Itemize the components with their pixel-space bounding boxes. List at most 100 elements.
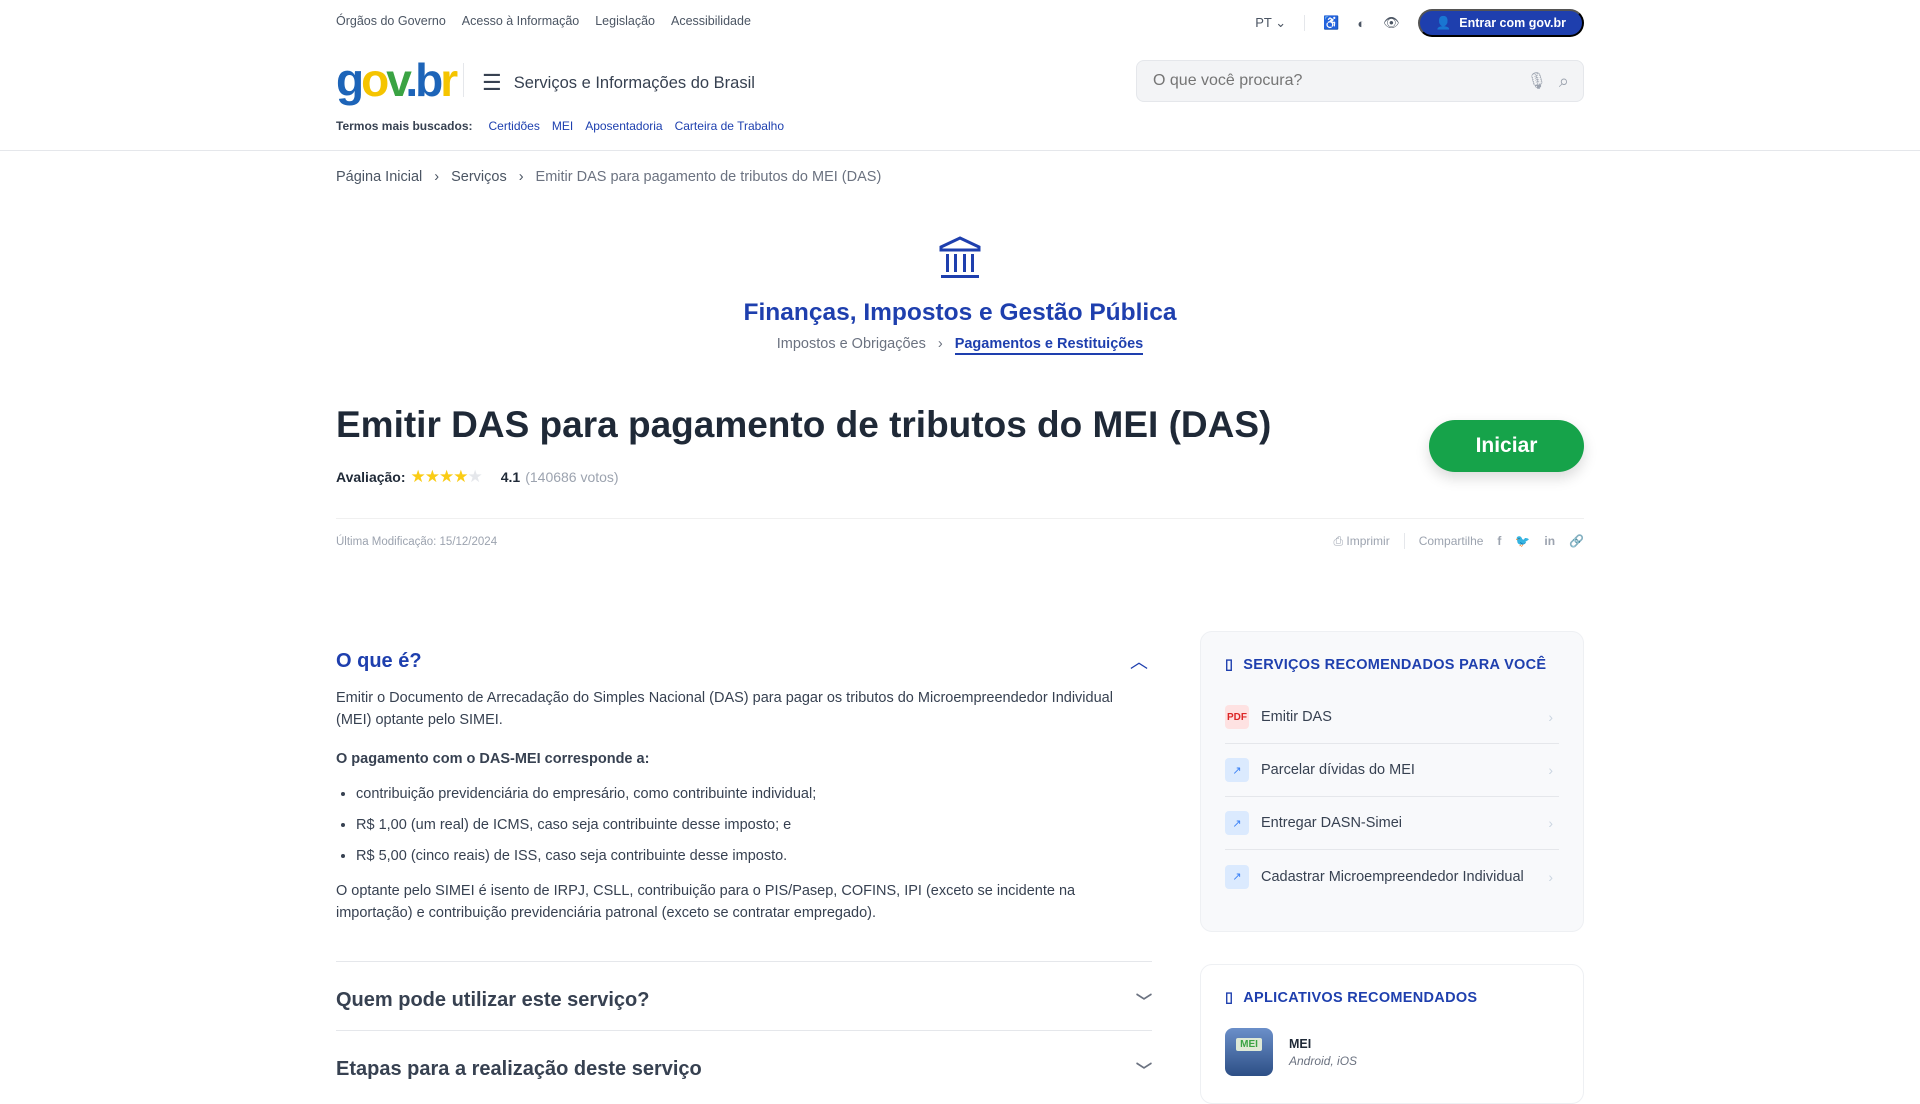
section-what-is: O que é? ︿ Emitir o Documento de Arrecad… xyxy=(336,648,1152,924)
list-item: R$ 1,00 (um real) de ICMS, caso seja con… xyxy=(356,810,1152,841)
header-divider xyxy=(0,150,1920,151)
vote-count: (140686 votos) xyxy=(525,469,619,485)
language-select[interactable]: PT ⌄ xyxy=(1255,15,1286,31)
govbr-logo[interactable]: gov.br xyxy=(336,57,458,103)
subcategory-nav: Impostos e Obrigações › Pagamentos e Rest… xyxy=(0,336,1920,355)
breadcrumb: Página Inicial › Serviços › Emitir DAS par… xyxy=(336,169,881,185)
login-label: Entrar com gov.br xyxy=(1459,16,1566,30)
rating-label: Avaliação: xyxy=(336,469,406,485)
menu-label: Serviços e Informações do Brasil xyxy=(513,73,755,92)
link-acesso-informacao[interactable]: Acesso à Informação xyxy=(462,14,579,28)
search-icon[interactable]: ⌕ xyxy=(1559,71,1569,92)
service-item[interactable]: ↗ Entregar DASN-Simei › xyxy=(1225,797,1559,850)
hamburger-icon: ☰ xyxy=(482,70,502,95)
print-button[interactable]: ⎙ Imprimir xyxy=(1333,534,1389,549)
link-orgaos[interactable]: Órgãos do Governo xyxy=(336,14,446,28)
accessibility-icon[interactable]: ♿ xyxy=(1323,15,1339,31)
divider xyxy=(1403,533,1405,549)
twitter-icon[interactable]: 🐦 xyxy=(1515,534,1530,548)
term-link[interactable]: Certidões xyxy=(489,119,540,133)
chevron-down-icon: ﹀ xyxy=(1135,1063,1152,1080)
breadcrumb-home[interactable]: Página Inicial xyxy=(336,169,422,185)
last-modified: Última Modificação: 15/12/2024 xyxy=(336,536,498,548)
rating: Avaliação: ★★★★★ 4.1 (140686 votos) xyxy=(336,467,619,487)
subcategory-link[interactable]: Impostos e Obrigações xyxy=(777,336,926,355)
subcategory-link-active[interactable]: Pagamentos e Restituições xyxy=(954,336,1144,355)
top-actions: PT ⌄ ♿ ◐ 👁 👤 Entrar com gov.br xyxy=(1255,9,1584,37)
external-link-icon: ↗ xyxy=(1225,864,1249,889)
service-label: Emitir DAS xyxy=(1261,709,1332,725)
paragraph: O optante pelo SIMEI é isento de IRPJ, C… xyxy=(336,883,1076,921)
list-item: contribuição previdenciária do empresári… xyxy=(356,779,1152,810)
search-input[interactable] xyxy=(1153,72,1527,90)
service-item[interactable]: PDF Emitir DAS › xyxy=(1225,691,1559,744)
accordion-title: Etapas para a realização deste serviço xyxy=(336,1057,702,1080)
institution-icon xyxy=(939,236,981,278)
term-link[interactable]: Aposentadoria xyxy=(585,119,662,133)
term-link[interactable]: MEI xyxy=(552,119,573,133)
external-link-icon: ↗ xyxy=(1225,811,1249,835)
app-icon-text: MEI xyxy=(1236,1038,1262,1051)
service-item[interactable]: ↗ Parcelar dívidas do MEI › xyxy=(1225,744,1559,797)
app-name: MEI xyxy=(1289,1036,1312,1051)
card-title: SERVIÇOS RECOMENDADOS PARA VOCÊ xyxy=(1243,657,1547,673)
login-button[interactable]: 👤 Entrar com gov.br xyxy=(1417,9,1584,37)
divider xyxy=(336,1030,1152,1031)
divider xyxy=(1304,15,1306,31)
chevron-right-icon: › xyxy=(937,336,943,352)
accordion-steps[interactable]: Etapas para a realização deste serviço ﹀ xyxy=(336,1057,1152,1081)
user-icon: 👤 xyxy=(1435,15,1452,30)
accordion-header[interactable]: O que é? ︿ xyxy=(336,648,1152,674)
divider xyxy=(463,63,464,97)
mobile-icon: ▯ xyxy=(1225,990,1234,1006)
card-header: ▯ APLICATIVOS RECOMENDADOS xyxy=(1225,990,1559,1006)
service-label: Entregar DASN-Simei xyxy=(1261,815,1403,831)
chevron-right-icon: › xyxy=(1548,815,1553,831)
printer-icon: ⎙ xyxy=(1333,533,1344,548)
language-label: PT xyxy=(1255,15,1272,30)
service-label: Cadastrar Microempreendedor Individual xyxy=(1261,868,1524,885)
breadcrumb-current: Emitir DAS para pagamento de tributos do… xyxy=(535,169,882,185)
popular-terms: Termos mais buscados: Certidões MEI Apos… xyxy=(336,119,784,133)
accordion-who-can-use[interactable]: Quem pode utilizar este serviço? ﹀ xyxy=(336,988,1152,1012)
facebook-icon[interactable]: f xyxy=(1497,534,1501,548)
link-icon[interactable]: 🔗 xyxy=(1569,534,1584,548)
chevron-down-icon: ﹀ xyxy=(1135,994,1152,1011)
start-button[interactable]: Iniciar xyxy=(1429,420,1584,472)
breadcrumb-services[interactable]: Serviços xyxy=(451,169,507,185)
print-label: Imprimir xyxy=(1346,533,1390,548)
app-platforms: Android, iOS xyxy=(1289,1053,1358,1068)
chevron-right-icon: › xyxy=(1548,868,1553,885)
service-item[interactable]: ↗ Cadastrar Microempreendedor Individual › xyxy=(1225,850,1559,903)
mobile-icon: ▯ xyxy=(1225,657,1234,673)
main-menu-button[interactable]: ☰ Serviços e Informações do Brasil xyxy=(482,70,755,96)
paragraph: Emitir o Documento de Arrecadação do Sim… xyxy=(336,690,1113,728)
bullet-list: contribuição previdenciária do empresári… xyxy=(336,779,1152,872)
chevron-up-icon: ︿ xyxy=(1130,652,1148,672)
app-item[interactable]: MEI MEI Android, iOS xyxy=(1225,1028,1559,1076)
chevron-right-icon: › xyxy=(1548,709,1553,725)
recommended-apps-card: ▯ APLICATIVOS RECOMENDADOS MEI MEI Android… xyxy=(1200,964,1584,1104)
divider xyxy=(336,961,1152,962)
recommended-services-card: ▯ SERVIÇOS RECOMENDADOS PARA VOCÊ PDF Emit… xyxy=(1200,631,1584,932)
share-bar: ⎙ Imprimir Compartilhe f 🐦 in 🔗 xyxy=(1333,533,1584,549)
mei-app-icon: MEI xyxy=(1225,1028,1273,1076)
term-link[interactable]: Carteira de Trabalho xyxy=(675,119,784,133)
service-label: Parcelar dívidas do MEI xyxy=(1261,762,1415,778)
rating-value: 4.1 xyxy=(500,469,521,485)
microphone-icon[interactable]: 🎙 xyxy=(1527,71,1547,91)
section-heading: O que é? xyxy=(336,649,422,672)
list-item: R$ 5,00 (cinco reais) de ISS, caso seja … xyxy=(356,841,1152,872)
divider xyxy=(336,518,1584,519)
star-rating[interactable]: ★★★★★ xyxy=(411,467,483,487)
link-legislacao[interactable]: Legislação xyxy=(595,14,655,28)
accordion-title: Quem pode utilizar este serviço? xyxy=(336,988,650,1011)
external-link-icon: ↗ xyxy=(1225,758,1249,782)
pdf-icon: PDF xyxy=(1225,705,1249,729)
contrast-icon[interactable]: ◐ xyxy=(1357,16,1365,31)
terms-label: Termos mais buscados: xyxy=(336,119,473,133)
linkedin-icon[interactable]: in xyxy=(1544,534,1555,548)
link-acessibilidade[interactable]: Acessibilidade xyxy=(671,14,751,28)
page-title: Emitir DAS para pagamento de tributos do… xyxy=(336,404,1272,445)
eye-icon[interactable]: 👁 xyxy=(1383,15,1400,31)
